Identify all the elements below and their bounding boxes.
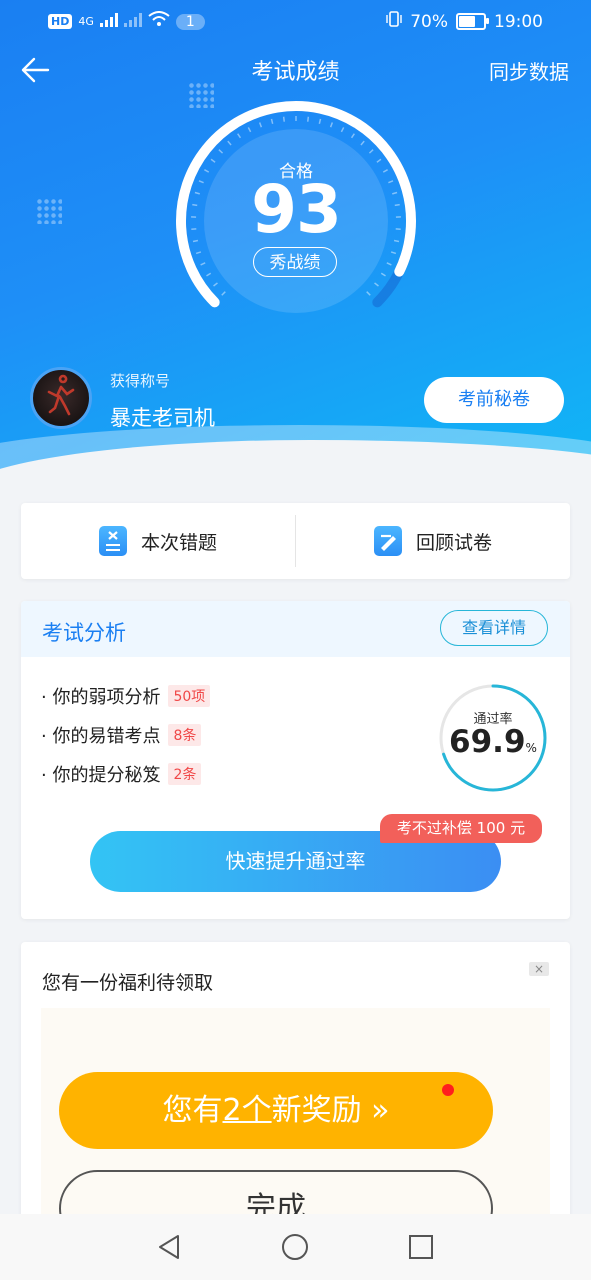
gauge-tick bbox=[307, 116, 310, 122]
gauge-tick bbox=[195, 251, 202, 255]
gauge-tick bbox=[366, 291, 371, 296]
welfare-title: 您有一份福利待领取 bbox=[42, 972, 214, 994]
reward-count: 2个 bbox=[222, 1093, 272, 1128]
gauge-tick bbox=[221, 291, 226, 296]
pass-rate-unit: % bbox=[525, 741, 537, 755]
circle-home-icon bbox=[282, 1234, 308, 1260]
wrong-questions-label: 本次错题 bbox=[140, 531, 217, 554]
gauge-tick bbox=[200, 262, 206, 266]
analysis-title: 考试分析 bbox=[42, 621, 126, 645]
score-tips-tag: 2条 bbox=[168, 763, 202, 785]
welfare-card: 您有一份福利待领取 × 您有2个新奖励 » 完成 bbox=[21, 942, 570, 1242]
pass-rate-ring: 通过率 69.9% bbox=[437, 682, 549, 794]
share-score-button[interactable]: 秀战绩 bbox=[253, 247, 337, 277]
analysis-header: 考试分析 查看详情 bbox=[21, 601, 570, 657]
notification-dot bbox=[442, 1084, 454, 1096]
decor-dots bbox=[36, 198, 62, 224]
wifi-icon bbox=[148, 11, 170, 32]
pass-rate-value: 69.9% bbox=[437, 724, 549, 760]
mistake-points-row[interactable]: · 你的易错考点 8条 bbox=[41, 722, 202, 748]
gauge-tick bbox=[213, 282, 218, 287]
new-reward-button[interactable]: 您有2个新奖励 » bbox=[59, 1072, 493, 1149]
reward-prefix: 您有 bbox=[162, 1093, 223, 1128]
signal-icon-2 bbox=[123, 12, 142, 32]
review-paper-label: 回顾试卷 bbox=[415, 531, 492, 554]
gauge-tick bbox=[368, 149, 374, 154]
hd-indicator: HD bbox=[48, 14, 73, 29]
status-bar: HD 4G 1 70% 19:00 bbox=[0, 0, 591, 44]
gauge-tick bbox=[247, 127, 252, 133]
signal-icon bbox=[99, 12, 118, 32]
avatar bbox=[30, 367, 92, 429]
battery-icon bbox=[456, 13, 489, 30]
mistake-points-tag: 8条 bbox=[168, 724, 202, 746]
weakness-row[interactable]: · 你的弱项分析 50项 bbox=[41, 683, 211, 709]
app-header: 考试成绩 同步数据 bbox=[0, 50, 591, 90]
weakness-label: · 你的弱项分析 bbox=[41, 687, 161, 708]
battery-percent: 70% bbox=[410, 11, 448, 32]
gauge-tick bbox=[237, 133, 242, 139]
clock: 19:00 bbox=[494, 11, 543, 32]
quick-actions-card: 本次错题 回顾试卷 bbox=[21, 503, 570, 579]
gauge-tick bbox=[350, 133, 355, 139]
earned-title-name: 暴走老司机 bbox=[110, 406, 215, 430]
gauge-tick bbox=[258, 122, 263, 128]
exam-analysis-card: 考试分析 查看详情 · 你的弱项分析 50项 · 你的易错考点 8条 · 你的提… bbox=[21, 601, 570, 919]
notification-badge: 1 bbox=[175, 13, 205, 30]
score-tips-label: · 你的提分秘笈 bbox=[41, 765, 161, 786]
sync-data-button[interactable]: 同步数据 bbox=[489, 56, 569, 85]
pass-rate-number: 69.9 bbox=[449, 724, 526, 760]
network-type: 4G bbox=[78, 15, 94, 28]
score-tips-row[interactable]: · 你的提分秘笈 2条 bbox=[41, 761, 202, 787]
gauge-tick bbox=[386, 262, 392, 266]
exam-secret-button[interactable]: 考前秘卷 bbox=[424, 377, 564, 423]
gauge-tick bbox=[340, 127, 345, 133]
jumpman-logo-icon bbox=[47, 374, 75, 416]
close-icon[interactable]: × bbox=[529, 962, 549, 976]
triangle-back-icon bbox=[159, 1235, 179, 1259]
mistake-points-label: · 你的易错考点 bbox=[41, 726, 161, 747]
gauge-tick bbox=[227, 140, 232, 146]
gauge-tick bbox=[329, 122, 334, 128]
wrong-questions-icon bbox=[98, 526, 127, 556]
nav-recents-button[interactable] bbox=[406, 1232, 436, 1262]
reward-suffix: 新奖励 » bbox=[271, 1093, 390, 1128]
gauge-tick bbox=[218, 149, 224, 154]
gauge-tick bbox=[318, 118, 322, 124]
square-recents-icon bbox=[409, 1235, 433, 1259]
gauge-tick bbox=[374, 282, 379, 287]
gauge-tick bbox=[380, 272, 386, 277]
view-details-button[interactable]: 查看详情 bbox=[440, 610, 548, 646]
compensation-tag: 考不过补偿 100 元 bbox=[380, 814, 542, 843]
gauge-tick bbox=[270, 118, 274, 124]
gauge-tick bbox=[360, 140, 365, 146]
review-paper-icon bbox=[373, 526, 402, 556]
nav-back-button[interactable] bbox=[154, 1232, 184, 1262]
gauge-tick bbox=[206, 272, 212, 277]
score-gauge: 合格 93 秀战绩 bbox=[172, 97, 420, 345]
weakness-tag: 50项 bbox=[168, 685, 211, 707]
gauge-tick bbox=[282, 116, 285, 122]
wrong-questions-button[interactable]: 本次错题 bbox=[21, 503, 295, 579]
vibrate-icon bbox=[386, 11, 402, 32]
earned-title-label: 获得称号 bbox=[110, 372, 171, 390]
score-value: 93 bbox=[251, 171, 342, 248]
system-nav-bar bbox=[0, 1214, 591, 1280]
nav-home-button[interactable] bbox=[280, 1232, 310, 1262]
gauge-tick bbox=[390, 251, 397, 255]
review-paper-button[interactable]: 回顾试卷 bbox=[296, 503, 570, 579]
